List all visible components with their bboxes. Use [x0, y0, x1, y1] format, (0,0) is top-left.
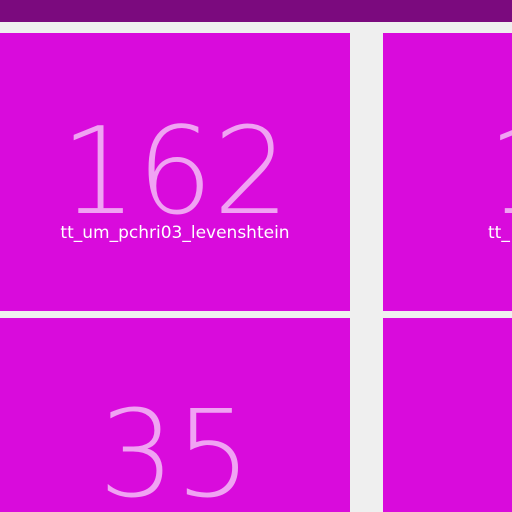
project-tile[interactable]	[383, 318, 512, 512]
project-tile[interactable]: 1 tt_	[383, 33, 512, 311]
tile-count: 162	[60, 103, 290, 242]
tile-count: 35	[98, 386, 252, 512]
tile-label: tt_um_pchri03_levenshtein	[60, 223, 290, 243]
tile-label: tt_	[488, 223, 510, 243]
tile-count: 1	[487, 113, 512, 233]
project-tile[interactable]: 35	[0, 318, 350, 512]
top-app-bar	[0, 0, 512, 22]
project-tile[interactable]: 162 tt_um_pchri03_levenshtein	[0, 33, 350, 311]
